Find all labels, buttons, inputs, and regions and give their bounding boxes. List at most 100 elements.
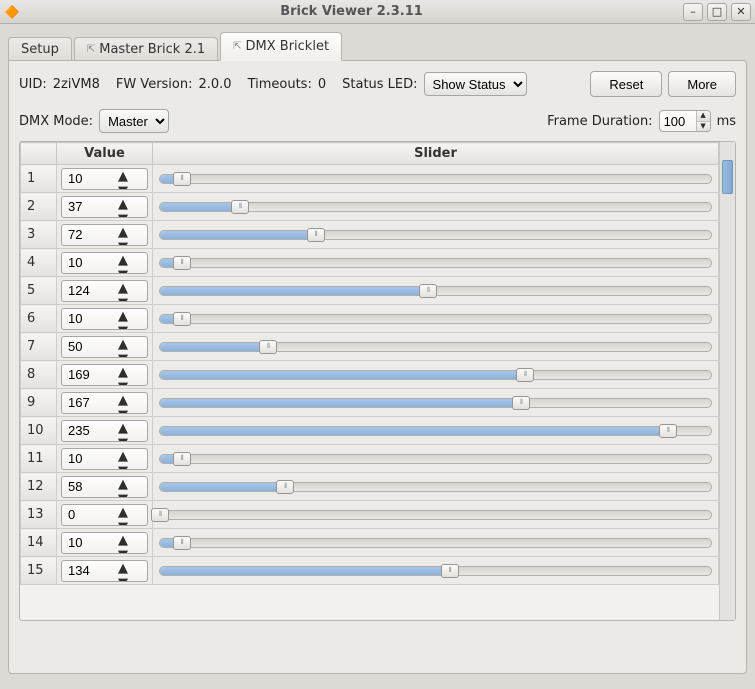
value-up[interactable]: ▲ [118, 253, 128, 268]
status-led-select[interactable]: Show Status [424, 72, 527, 96]
channel-slider[interactable]: ⦀ [159, 342, 712, 352]
channel-value-input[interactable] [62, 533, 118, 553]
channel-value-spin[interactable]: ▲▼ [61, 196, 148, 218]
channel-value-input[interactable] [62, 421, 118, 441]
channel-value-spin[interactable]: ▲▼ [61, 392, 148, 414]
channel-value-spin[interactable]: ▲▼ [61, 168, 148, 190]
value-up[interactable]: ▲ [118, 561, 128, 576]
channel-value-input[interactable] [62, 169, 118, 189]
channel-value-input[interactable] [62, 309, 118, 329]
slider-thumb[interactable]: ⦀ [231, 200, 249, 214]
channel-slider[interactable]: ⦀ [159, 566, 712, 576]
minimize-button[interactable]: – [683, 3, 703, 21]
value-up[interactable]: ▲ [118, 365, 128, 380]
channel-value-spin[interactable]: ▲▼ [61, 532, 148, 554]
slider-thumb[interactable]: ⦀ [259, 340, 277, 354]
channel-value-spin[interactable]: ▲▼ [61, 252, 148, 274]
value-down[interactable]: ▼ [118, 408, 128, 414]
channel-slider[interactable]: ⦀ [159, 202, 712, 212]
value-up[interactable]: ▲ [118, 281, 128, 296]
value-down[interactable]: ▼ [118, 520, 128, 526]
channel-slider[interactable]: ⦀ [159, 286, 712, 296]
channel-value-spin[interactable]: ▲▼ [61, 560, 148, 582]
channel-slider[interactable]: ⦀ [159, 314, 712, 324]
value-up[interactable]: ▲ [118, 197, 128, 212]
tab-setup[interactable]: Setup [8, 37, 72, 61]
frame-duration-down[interactable]: ▼ [697, 122, 710, 132]
value-down[interactable]: ▼ [118, 184, 128, 190]
more-button[interactable]: More [668, 71, 736, 97]
vertical-scrollbar[interactable] [719, 142, 735, 620]
slider-thumb[interactable]: ⦀ [659, 424, 677, 438]
value-up[interactable]: ▲ [118, 477, 128, 492]
channel-value-input[interactable] [62, 477, 118, 497]
tab-master-brick-2-1[interactable]: ⇱Master Brick 2.1 [74, 37, 218, 61]
slider-thumb[interactable]: ⦀ [441, 564, 459, 578]
channel-slider[interactable]: ⦀ [159, 398, 712, 408]
slider-thumb[interactable]: ⦀ [151, 508, 169, 522]
undock-icon[interactable]: ⇱ [87, 44, 95, 55]
tab-dmx-bricklet[interactable]: ⇱DMX Bricklet [220, 32, 342, 61]
value-up[interactable]: ▲ [118, 225, 128, 240]
value-down[interactable]: ▼ [118, 464, 128, 470]
channel-value-spin[interactable]: ▲▼ [61, 336, 148, 358]
value-down[interactable]: ▼ [118, 436, 128, 442]
value-up[interactable]: ▲ [118, 337, 128, 352]
channel-value-spin[interactable]: ▲▼ [61, 280, 148, 302]
scroll-thumb[interactable] [722, 160, 733, 194]
frame-duration-spin[interactable]: ▲ ▼ [659, 110, 711, 132]
channel-value-input[interactable] [62, 393, 118, 413]
value-down[interactable]: ▼ [118, 296, 128, 302]
slider-thumb[interactable]: ⦀ [419, 284, 437, 298]
close-button[interactable]: ✕ [731, 3, 751, 21]
slider-thumb[interactable]: ⦀ [173, 452, 191, 466]
value-down[interactable]: ▼ [118, 212, 128, 218]
value-up[interactable]: ▲ [118, 169, 128, 184]
slider-thumb[interactable]: ⦀ [516, 368, 534, 382]
slider-thumb[interactable]: ⦀ [173, 172, 191, 186]
value-down[interactable]: ▼ [118, 352, 128, 358]
channel-slider[interactable]: ⦀ [159, 370, 712, 380]
channel-value-input[interactable] [62, 365, 118, 385]
value-down[interactable]: ▼ [118, 324, 128, 330]
frame-duration-up[interactable]: ▲ [697, 111, 710, 122]
channel-value-spin[interactable]: ▲▼ [61, 476, 148, 498]
channel-slider[interactable]: ⦀ [159, 510, 712, 520]
value-up[interactable]: ▲ [118, 449, 128, 464]
channel-slider[interactable]: ⦀ [159, 230, 712, 240]
value-up[interactable]: ▲ [118, 309, 128, 324]
channel-value-spin[interactable]: ▲▼ [61, 224, 148, 246]
channel-value-input[interactable] [62, 449, 118, 469]
slider-thumb[interactable]: ⦀ [276, 480, 294, 494]
reset-button[interactable]: Reset [590, 71, 662, 97]
channel-value-input[interactable] [62, 225, 118, 245]
value-down[interactable]: ▼ [118, 268, 128, 274]
channel-slider[interactable]: ⦀ [159, 454, 712, 464]
slider-thumb[interactable]: ⦀ [173, 536, 191, 550]
channel-value-spin[interactable]: ▲▼ [61, 504, 148, 526]
channel-value-input[interactable] [62, 281, 118, 301]
value-down[interactable]: ▼ [118, 492, 128, 498]
channel-value-input[interactable] [62, 197, 118, 217]
channel-slider[interactable]: ⦀ [159, 426, 712, 436]
channel-value-input[interactable] [62, 253, 118, 273]
maximize-button[interactable]: □ [707, 3, 727, 21]
slider-thumb[interactable]: ⦀ [307, 228, 325, 242]
channel-slider[interactable]: ⦀ [159, 174, 712, 184]
slider-thumb[interactable]: ⦀ [173, 256, 191, 270]
frame-duration-input[interactable] [660, 111, 696, 131]
value-up[interactable]: ▲ [118, 393, 128, 408]
channel-slider[interactable]: ⦀ [159, 538, 712, 548]
channel-value-spin[interactable]: ▲▼ [61, 448, 148, 470]
undock-icon[interactable]: ⇱ [233, 41, 241, 52]
value-down[interactable]: ▼ [118, 380, 128, 386]
value-down[interactable]: ▼ [118, 576, 128, 582]
channel-value-input[interactable] [62, 561, 118, 581]
value-down[interactable]: ▼ [118, 548, 128, 554]
channel-value-input[interactable] [62, 337, 118, 357]
channel-value-spin[interactable]: ▲▼ [61, 420, 148, 442]
channel-slider[interactable]: ⦀ [159, 482, 712, 492]
value-down[interactable]: ▼ [118, 240, 128, 246]
slider-thumb[interactable]: ⦀ [173, 312, 191, 326]
channel-value-input[interactable] [62, 505, 118, 525]
